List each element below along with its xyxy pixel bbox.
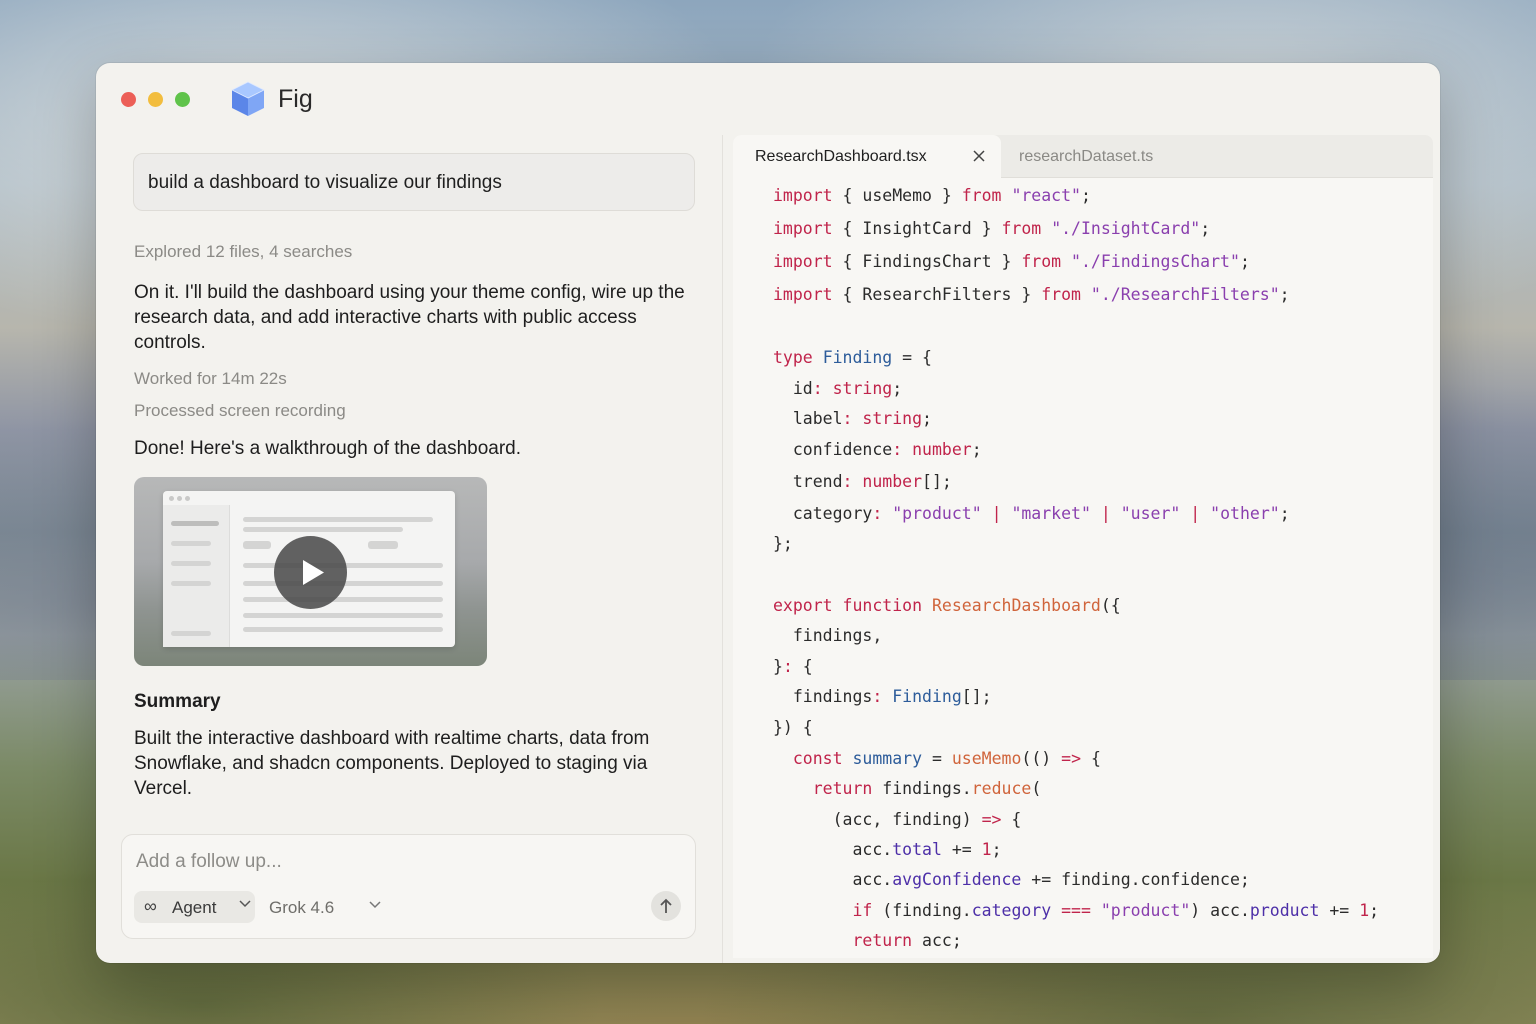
code-line: }; — [773, 534, 793, 553]
maximize-window-button[interactable] — [175, 92, 190, 107]
model-selector[interactable]: Grok 4.6 — [269, 898, 334, 918]
send-button[interactable] — [651, 891, 681, 921]
cube-logo-icon — [231, 81, 265, 116]
chevron-down-icon[interactable] — [369, 901, 381, 909]
explored-status[interactable]: Explored 12 files, 4 searches — [134, 242, 352, 262]
code-line: if (finding.category === "product") acc.… — [852, 901, 1380, 920]
summary-heading: Summary — [134, 691, 221, 712]
panel-divider[interactable] — [722, 135, 723, 963]
code-line: export function ResearchDashboard({ — [773, 596, 1121, 615]
code-line: return acc; — [852, 931, 962, 950]
summary-text: Built the interactive dashboard with rea… — [134, 728, 650, 799]
code-line: (acc, finding) => { — [773, 810, 1022, 829]
agent-mode-label: Agent — [172, 898, 217, 917]
processed-status[interactable]: Processed screen recording — [134, 401, 346, 421]
walkthrough-video[interactable] — [134, 477, 487, 666]
play-icon — [303, 560, 324, 585]
code-line: category: "product" | "market" | "user" … — [773, 504, 1290, 523]
worked-for-status[interactable]: Worked for 14m 22s — [134, 369, 287, 389]
code-line: import { ResearchFilters } from "./Resea… — [773, 285, 1290, 304]
arrow-up-icon — [660, 898, 672, 913]
app-window: Fig build a dashboard to visualize our f… — [96, 63, 1440, 963]
tab-research-dataset[interactable]: researchDataset.ts — [1019, 148, 1153, 166]
minimize-window-button[interactable] — [148, 92, 163, 107]
tab-research-dashboard[interactable]: ResearchDashboard.tsx — [733, 135, 1001, 178]
composer: ∞ Agent Grok 4.6 — [121, 834, 696, 939]
chevron-down-icon — [239, 900, 251, 908]
code-line: findings: Finding[]; — [773, 687, 992, 706]
code-line: label: string; — [773, 409, 932, 428]
code-line: type Finding = { — [773, 348, 932, 367]
infinity-icon: ∞ — [144, 896, 157, 916]
code-line: confidence: number; — [773, 440, 982, 459]
follow-up-input[interactable] — [136, 851, 636, 873]
done-message: Done! Here's a walkthrough of the dashbo… — [134, 438, 522, 459]
code-line: const summary = useMemo(() => { — [792, 749, 1101, 768]
code-line: import { FindingsChart } from "./Finding… — [773, 252, 1250, 271]
play-button[interactable] — [274, 536, 347, 609]
code-line: }: { — [773, 657, 813, 676]
code-line: findings, — [773, 626, 883, 645]
tab-label: ResearchDashboard.tsx — [755, 148, 927, 165]
code-line: import { useMemo } from "react"; — [773, 186, 1091, 205]
app-title: Fig — [278, 85, 313, 113]
user-prompt-text: build a dashboard to visualize our findi… — [148, 172, 502, 193]
code-line: id: string; — [773, 379, 903, 398]
close-window-button[interactable] — [121, 92, 136, 107]
close-icon[interactable] — [971, 148, 987, 164]
user-prompt-bubble: build a dashboard to visualize our findi… — [133, 153, 695, 211]
editor-tab-bar: ResearchDashboard.tsx researchDataset.ts — [733, 135, 1433, 178]
agent-mode-selector[interactable]: ∞ Agent — [134, 891, 255, 923]
code-line: import { InsightCard } from "./InsightCa… — [773, 219, 1211, 238]
title-bar: Fig — [96, 63, 1440, 135]
code-editor: ResearchDashboard.tsx researchDataset.ts… — [733, 135, 1433, 958]
code-line: return findings.reduce( — [812, 779, 1042, 798]
code-line: trend: number[]; — [773, 472, 952, 491]
code-line: acc.avgConfidence += finding.confidence; — [773, 870, 1250, 889]
assistant-response: On it. I'll build the dashboard using yo… — [134, 282, 685, 353]
code-line: }) { — [773, 718, 813, 737]
code-line: acc.total += 1; — [773, 840, 1002, 859]
